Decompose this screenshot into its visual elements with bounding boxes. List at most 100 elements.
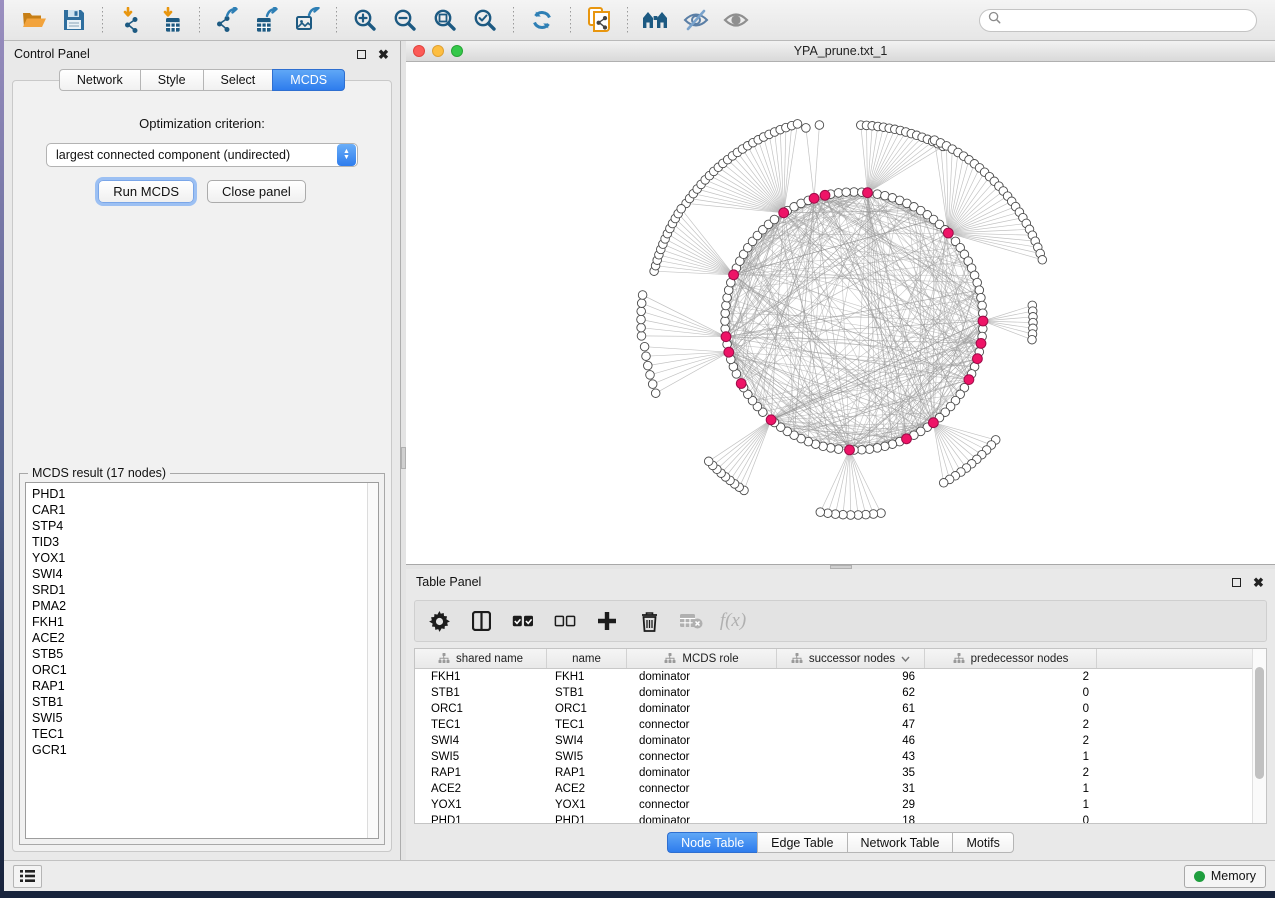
column-header-name[interactable]: name: [547, 649, 627, 668]
search-box[interactable]: [979, 9, 1257, 32]
mcds-result-item[interactable]: STP4: [32, 518, 367, 534]
window-close-icon[interactable]: [413, 45, 425, 57]
table-vertical-scrollbar[interactable]: [1252, 649, 1266, 823]
tab-edge-table[interactable]: Edge Table: [757, 832, 846, 853]
close-panel-icon[interactable]: ✖: [377, 48, 390, 61]
show-all-button[interactable]: [719, 4, 753, 36]
cell-name: TEC1: [547, 717, 627, 733]
float-panel-icon[interactable]: [355, 48, 368, 61]
result-list-scrollbar[interactable]: [367, 483, 378, 838]
close-panel-button[interactable]: Close panel: [207, 180, 306, 203]
table-row[interactable]: PHD1PHD1dominator180: [415, 813, 1252, 823]
task-history-button[interactable]: [13, 865, 42, 888]
zoom-fit-button[interactable]: [428, 4, 462, 36]
zoom-selected-button[interactable]: [468, 4, 502, 36]
mcds-result-item[interactable]: YOX1: [32, 550, 367, 566]
mcds-result-item[interactable]: SRD1: [32, 582, 367, 598]
table-panel: Table Panel ✖ f(x) shared namenameMCDS r…: [406, 569, 1275, 860]
mcds-result-item[interactable]: GCR1: [32, 742, 367, 758]
vertical-splitter[interactable]: [401, 41, 406, 860]
trash-button[interactable]: [637, 609, 661, 633]
mcds-result-item[interactable]: TID3: [32, 534, 367, 550]
cell-predecessor-nodes: 2: [925, 765, 1097, 781]
gear-button[interactable]: [427, 609, 451, 633]
mcds-result-item[interactable]: SWI4: [32, 566, 367, 582]
hide-selected-button[interactable]: [679, 4, 713, 36]
column-header-shared-name[interactable]: shared name: [415, 649, 547, 668]
tab-network[interactable]: Network: [59, 69, 140, 91]
import-table-button[interactable]: [154, 4, 188, 36]
cell-successor-nodes: 46: [777, 733, 925, 749]
table-row[interactable]: TEC1TEC1connector472: [415, 717, 1252, 733]
tab-select[interactable]: Select: [203, 69, 273, 91]
zoom-in-button[interactable]: [348, 4, 382, 36]
tab-node-table[interactable]: Node Table: [667, 832, 757, 853]
mcds-result-item[interactable]: PHD1: [32, 486, 367, 502]
tab-motifs[interactable]: Motifs: [952, 832, 1013, 853]
mcds-result-item[interactable]: PMA2: [32, 598, 367, 614]
fx-button: f(x): [721, 609, 745, 633]
cell-shared-name: SWI4: [415, 733, 547, 749]
table-row[interactable]: RAP1RAP1dominator352: [415, 765, 1252, 781]
node-table: shared namenameMCDS rolesuccessor nodesp…: [414, 648, 1267, 824]
first-neighbors-button[interactable]: [639, 4, 673, 36]
mcds-result-item[interactable]: CAR1: [32, 502, 367, 518]
cell-name: FKH1: [547, 669, 627, 685]
export-network-button[interactable]: [211, 4, 245, 36]
deselect-all-button[interactable]: [553, 609, 577, 633]
horizontal-splitter[interactable]: [406, 565, 1275, 569]
open-button[interactable]: [17, 4, 51, 36]
mcds-result-item[interactable]: SWI5: [32, 710, 367, 726]
mcds-result-item[interactable]: RAP1: [32, 678, 367, 694]
mcds-result-item[interactable]: STB1: [32, 694, 367, 710]
network-from-selection-button[interactable]: [582, 4, 616, 36]
mcds-result-item[interactable]: ACE2: [32, 630, 367, 646]
refresh-button[interactable]: [525, 4, 559, 36]
table-header-row: shared namenameMCDS rolesuccessor nodesp…: [415, 649, 1252, 669]
mcds-result-item[interactable]: STB5: [32, 646, 367, 662]
tab-mcds[interactable]: MCDS: [272, 69, 345, 91]
export-table-button[interactable]: [251, 4, 285, 36]
run-mcds-button[interactable]: Run MCDS: [98, 180, 194, 203]
cell-predecessor-nodes: 0: [925, 685, 1097, 701]
table-row[interactable]: SWI4SWI4dominator462: [415, 733, 1252, 749]
tab-style[interactable]: Style: [140, 69, 203, 91]
select-all-button[interactable]: [511, 609, 535, 633]
mcds-result-item[interactable]: TEC1: [32, 726, 367, 742]
optimization-criterion-select[interactable]: largest connected component (undirected)…: [46, 143, 358, 167]
tab-network-table[interactable]: Network Table: [847, 832, 953, 853]
vertical-splitter-grip[interactable]: [401, 447, 406, 469]
table-float-panel-icon[interactable]: [1230, 576, 1243, 589]
window-minimize-icon[interactable]: [432, 45, 444, 57]
table-close-panel-icon[interactable]: ✖: [1252, 576, 1265, 589]
table-row[interactable]: FKH1FKH1dominator962: [415, 669, 1252, 685]
cell-shared-name: TEC1: [415, 717, 547, 733]
table-row[interactable]: YOX1YOX1connector291: [415, 797, 1252, 813]
main-toolbar: [4, 0, 1275, 41]
table-row[interactable]: SWI5SWI5connector431: [415, 749, 1252, 765]
save-button[interactable]: [57, 4, 91, 36]
export-image-button[interactable]: [291, 4, 325, 36]
sort-desc-icon: [901, 656, 910, 662]
column-header-predecessor-nodes[interactable]: predecessor nodes: [925, 649, 1097, 668]
horizontal-splitter-grip[interactable]: [830, 565, 852, 569]
cell-successor-nodes: 35: [777, 765, 925, 781]
column-header-MCDS-role[interactable]: MCDS role: [627, 649, 777, 668]
zoom-out-button[interactable]: [388, 4, 422, 36]
cytoscape-window: Control Panel ✖ NetworkStyleSelectMCDS O…: [4, 0, 1275, 891]
column-header-successor-nodes[interactable]: successor nodes: [777, 649, 925, 668]
scrollbar-thumb[interactable]: [1255, 667, 1264, 779]
table-row[interactable]: ORC1ORC1dominator610: [415, 701, 1252, 717]
control-panel: Control Panel ✖ NetworkStyleSelectMCDS O…: [4, 41, 401, 860]
table-row[interactable]: STB1STB1dominator620: [415, 685, 1252, 701]
search-input[interactable]: [1006, 13, 1248, 27]
import-network-button[interactable]: [114, 4, 148, 36]
table-row[interactable]: ACE2ACE2connector311: [415, 781, 1252, 797]
mcds-result-item[interactable]: FKH1: [32, 614, 367, 630]
mcds-result-item[interactable]: ORC1: [32, 662, 367, 678]
columns-button[interactable]: [469, 609, 493, 633]
window-zoom-icon[interactable]: [451, 45, 463, 57]
network-canvas[interactable]: [406, 62, 1275, 564]
memory-button[interactable]: Memory: [1184, 865, 1266, 888]
add-button[interactable]: [595, 609, 619, 633]
